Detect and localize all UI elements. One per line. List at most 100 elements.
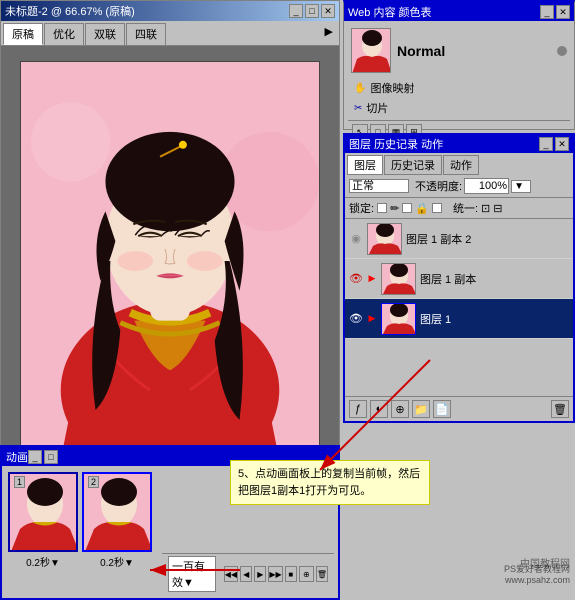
frame-1: 1 0.2秒▼ xyxy=(8,472,78,592)
titlebar-buttons: _ □ ✕ xyxy=(289,4,335,18)
normal-thumb-img xyxy=(352,29,391,73)
play-back-button[interactable]: ◀◀ xyxy=(224,566,238,582)
layers-blend-row: 正常 不透明度: ▼ xyxy=(345,175,573,198)
layers-min-button[interactable]: _ xyxy=(539,137,553,151)
watermark-line2: PS爱好者教程网 www.psahz.com xyxy=(504,562,570,585)
delete-frame-button[interactable]: 🗑 xyxy=(316,566,328,582)
layers-list: ◉ 图层 1 副本 2 👁 ▶ xyxy=(345,219,573,396)
layers-title: 图层 历史记录 动作 xyxy=(349,136,443,152)
frame-1-label[interactable]: 0.2秒▼ xyxy=(8,554,78,569)
layer-visibility-copy2[interactable]: ◉ xyxy=(349,232,363,246)
layer-row-copy1[interactable]: 👁 ▶ 图层 1 副本 xyxy=(345,259,573,299)
frame-2: 2 0.2秒▼ xyxy=(82,472,152,592)
ps-titlebar: 未标题-2 @ 66.67% (原稿) _ □ ✕ xyxy=(1,1,339,21)
image-map-icon: ✋ xyxy=(354,83,366,94)
slice-icon: ✂ xyxy=(354,103,362,114)
frame-2-image[interactable]: 2 xyxy=(82,472,152,552)
tab-original[interactable]: 原稿 xyxy=(3,23,43,45)
normal-row: Normal xyxy=(348,25,570,76)
frame-2-number: 2 xyxy=(88,476,99,488)
layers-panel: 图层 历史记录 动作 _ ✕ 图层 历史记录 动作 正常 不透明度: ▼ 锁定:… xyxy=(343,133,575,423)
layer-visibility-base[interactable]: 👁 xyxy=(349,312,363,326)
frame-1-number: 1 xyxy=(14,476,25,488)
layer-name-copy1: 图层 1 副本 xyxy=(420,271,569,287)
opacity-label: 不透明度: xyxy=(415,178,462,194)
minimize-button[interactable]: _ xyxy=(289,4,303,18)
duplicate-frame-button[interactable]: ⊕ xyxy=(299,566,314,582)
layer-thumb-base xyxy=(381,303,416,335)
tab-quad[interactable]: 四联 xyxy=(126,23,166,45)
loop-select[interactable]: 一百有效▼ xyxy=(168,556,216,592)
tabs-arrow[interactable]: ▶ xyxy=(321,23,337,45)
unify-icon-1: ⊡ xyxy=(481,202,490,215)
painting-svg xyxy=(21,62,319,460)
slice-label: 切片 xyxy=(366,100,388,116)
image-map-label: 图像映射 xyxy=(370,80,414,96)
layers-titlebar: 图层 历史记录 动作 _ ✕ xyxy=(345,135,573,153)
next-frame-button[interactable]: ▶▶ xyxy=(268,566,282,582)
maximize-button[interactable]: □ xyxy=(305,4,319,18)
new-group-button[interactable]: 📁 xyxy=(412,400,430,418)
animation-frames: 1 0.2秒▼ 2 xyxy=(2,466,158,598)
lock-checkbox-2[interactable] xyxy=(402,203,412,213)
delete-layer-button[interactable]: 🗑 xyxy=(551,400,569,418)
web-content-titlebar: Web 内容 颜色表 _ ✕ xyxy=(344,3,574,21)
layers-panel-body: 图层 历史记录 动作 正常 不透明度: ▼ 锁定: ✏ 🔒 统一: ⊡ ⊟ xyxy=(345,153,573,421)
lock-label: 锁定: xyxy=(349,200,374,216)
unify-icon-2: ⊟ xyxy=(493,202,502,215)
play-button[interactable]: ▶ xyxy=(254,566,266,582)
add-mask-button[interactable]: ◐ xyxy=(370,400,388,418)
layer-name-base: 图层 1 xyxy=(420,311,569,327)
frame-1-image[interactable]: 1 xyxy=(8,472,78,552)
anim-maximize[interactable]: □ xyxy=(44,450,58,464)
web-content-title: Web 内容 颜色表 xyxy=(348,4,432,20)
tab-actions[interactable]: 动作 xyxy=(443,155,479,175)
add-style-button[interactable]: ƒ xyxy=(349,400,367,418)
opacity-input[interactable] xyxy=(464,178,509,194)
ps-tabs-bar: 原稿 优化 双联 四联 ▶ xyxy=(1,21,339,46)
tab-layers[interactable]: 图层 xyxy=(347,155,383,175)
unify-label: 统一: xyxy=(453,200,478,216)
tab-history[interactable]: 历史记录 xyxy=(384,155,442,175)
lock-checkbox-3[interactable] xyxy=(432,203,442,213)
annotation-box: 5、点动画面板上的复制当前帧，然后把图层1副本1打开为可见。 xyxy=(230,460,430,505)
layer-thumb-copy2 xyxy=(367,223,402,255)
layers-lock-row: 锁定: ✏ 🔒 统一: ⊡ ⊟ xyxy=(345,198,573,219)
tab-optimized[interactable]: 优化 xyxy=(44,23,84,45)
canvas-area xyxy=(1,46,339,476)
anim-minimize[interactable]: _ xyxy=(28,450,42,464)
stop-button[interactable]: ■ xyxy=(285,566,297,582)
layer-row-copy2[interactable]: ◉ 图层 1 副本 2 xyxy=(345,219,573,259)
animation-title: 动画 xyxy=(6,449,28,465)
new-layer-button[interactable]: 📄 xyxy=(433,400,451,418)
layer-name-copy2: 图层 1 副本 2 xyxy=(406,231,569,247)
web-close-button[interactable]: ✕ xyxy=(556,5,570,19)
tab-dual[interactable]: 双联 xyxy=(85,23,125,45)
slice-item[interactable]: ✂ 切片 xyxy=(354,98,564,118)
normal-thumbnail xyxy=(351,28,391,73)
watermark-text-2: PS爱好者教程网 xyxy=(504,562,570,575)
layer-visibility-copy1[interactable]: 👁 xyxy=(349,272,363,286)
normal-dot xyxy=(557,46,567,56)
image-map-item[interactable]: ✋ 图像映射 xyxy=(354,78,564,98)
web-min-button[interactable]: _ xyxy=(540,5,554,19)
layer-row-base[interactable]: 👁 ▶ 图层 1 xyxy=(345,299,573,339)
lock-icon-2: 🔒 xyxy=(415,202,429,215)
normal-label: Normal xyxy=(397,43,445,59)
layer-thumb-copy1-img xyxy=(382,264,416,295)
layers-close-button[interactable]: ✕ xyxy=(555,137,569,151)
web-content-area: Normal ✋ 图像映射 ✂ 切片 ↖ □ ▦ ⊞ xyxy=(344,21,574,147)
ps-window-title: 未标题-2 @ 66.67% (原稿) xyxy=(5,3,135,19)
close-button[interactable]: ✕ xyxy=(321,4,335,18)
blend-mode-dropdown[interactable]: 正常 xyxy=(349,179,409,193)
web-content-panel: Web 内容 颜色表 _ ✕ Normal ✋ 图像映射 xyxy=(343,0,575,130)
layers-tabs: 图层 历史记录 动作 xyxy=(345,153,573,175)
canvas xyxy=(20,61,320,461)
new-fill-layer-button[interactable]: ⊕ xyxy=(391,400,409,418)
opacity-dropdown[interactable]: ▼ xyxy=(511,180,531,193)
prev-frame-button[interactable]: ◀ xyxy=(240,566,252,582)
frame-2-label[interactable]: 0.2秒▼ xyxy=(82,554,152,569)
lock-checkbox-1[interactable] xyxy=(377,203,387,213)
layer-thumb-base-img xyxy=(382,304,416,335)
annotation-text: 5、点动画面板上的复制当前帧，然后把图层1副本1打开为可见。 xyxy=(238,468,420,497)
